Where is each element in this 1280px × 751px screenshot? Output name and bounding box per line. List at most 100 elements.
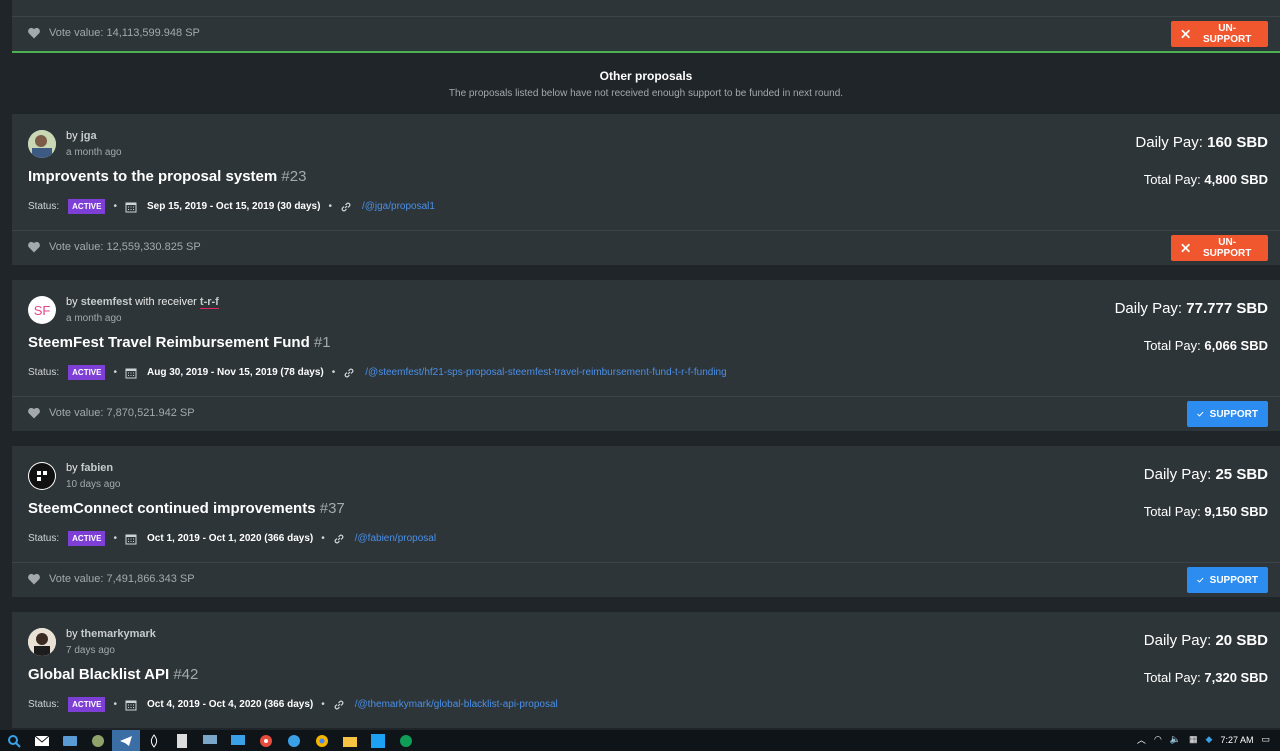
unsupport-button[interactable]: UN-SUPPORT bbox=[1171, 21, 1268, 47]
proposal-link[interactable]: /@steemfest/hf21-sps-proposal-steemfest-… bbox=[365, 367, 726, 378]
status-row: Status: ACTIVE • Sep 15, 2019 - Oct 15, … bbox=[28, 199, 435, 214]
link-icon bbox=[341, 202, 351, 211]
check-icon bbox=[1197, 411, 1204, 417]
proposal-card: by themarkymark 7 days ago Global Blackl… bbox=[12, 612, 1280, 728]
total-pay: Total Pay: 9,150 SBD bbox=[1143, 504, 1268, 519]
proposal-card: by fabien 10 days ago SteemConnect conti… bbox=[12, 446, 1280, 562]
vote-value: Vote value: 7,870,521.942 SP bbox=[49, 407, 195, 419]
previous-proposal-card bbox=[12, 0, 1280, 16]
avatar[interactable] bbox=[28, 462, 56, 490]
date-range: Oct 1, 2019 - Oct 1, 2020 (366 days) bbox=[147, 533, 314, 544]
author-link[interactable]: steemfest bbox=[81, 296, 132, 308]
proposal-title[interactable]: Global Blacklist API #42 bbox=[28, 666, 198, 683]
avatar[interactable] bbox=[28, 130, 56, 158]
heart-icon[interactable] bbox=[27, 27, 41, 39]
daily-pay: Daily Pay: 20 SBD bbox=[1143, 632, 1268, 649]
wifi-icon[interactable]: ◠ bbox=[1154, 734, 1162, 745]
chevron-up-icon[interactable]: ︿ bbox=[1137, 733, 1146, 746]
keyboard-language-icon[interactable]: ▦ bbox=[1189, 734, 1198, 745]
daily-pay: Daily Pay: 160 SBD bbox=[1135, 134, 1268, 151]
link-icon bbox=[334, 534, 344, 543]
total-pay: Total Pay: 6,066 SBD bbox=[1143, 338, 1268, 353]
proposal-card: by jga a month ago Improvents to the pro… bbox=[12, 114, 1280, 230]
link-icon bbox=[344, 368, 354, 377]
avatar[interactable]: SF bbox=[28, 296, 56, 324]
vote-bar: Vote value: 7,491,866.343 SP SUPPORT bbox=[12, 562, 1280, 597]
support-button[interactable]: SUPPORT bbox=[1187, 567, 1268, 593]
calendar-icon bbox=[125, 700, 137, 710]
author-link[interactable]: fabien bbox=[81, 462, 113, 474]
timestamp: a month ago bbox=[66, 147, 122, 158]
folder-icon[interactable] bbox=[342, 733, 358, 749]
status-badge: ACTIVE bbox=[68, 365, 106, 380]
calculator-icon[interactable] bbox=[174, 733, 190, 749]
taskbar: ︿ ◠ 🔈 ▦ ◆ 7:27 AM ▭ bbox=[0, 730, 1280, 751]
vote-value: Vote value: 7,491,866.343 SP bbox=[49, 573, 195, 585]
globe-icon[interactable] bbox=[286, 733, 302, 749]
volume-icon[interactable]: 🔈 bbox=[1170, 734, 1181, 745]
vote-value: Vote value: 12,559,330.825 SP bbox=[49, 241, 201, 253]
keyboard-icon[interactable] bbox=[62, 733, 78, 749]
other-proposals-header: Other proposals The proposals listed bel… bbox=[12, 52, 1280, 99]
byline: by fabien bbox=[66, 462, 114, 474]
notifications-icon[interactable]: ▭ bbox=[1261, 734, 1270, 745]
avatar[interactable] bbox=[28, 628, 56, 656]
proposal-link[interactable]: /@themarkymark/global-blacklist-api-prop… bbox=[355, 699, 558, 710]
app-icon[interactable] bbox=[90, 733, 106, 749]
heart-icon[interactable] bbox=[27, 573, 41, 585]
section-title: Other proposals bbox=[599, 69, 693, 83]
timestamp: 10 days ago bbox=[66, 479, 121, 490]
clock[interactable]: 7:27 AM bbox=[1220, 735, 1253, 745]
dropbox-icon[interactable]: ◆ bbox=[1206, 734, 1213, 745]
close-icon bbox=[1181, 29, 1190, 39]
network-share-icon[interactable] bbox=[202, 733, 218, 749]
author-link[interactable]: themarkymark bbox=[81, 628, 156, 640]
total-pay: Total Pay: 4,800 SBD bbox=[1143, 172, 1268, 187]
media-player-icon[interactable] bbox=[258, 733, 274, 749]
vote-bar: Vote value: 14,113,599.948 SP UN-SUPPORT bbox=[12, 16, 1280, 53]
status-row: Status: ACTIVE • Oct 1, 2019 - Oct 1, 20… bbox=[28, 531, 437, 546]
telegram-icon[interactable] bbox=[112, 730, 140, 751]
date-range: Aug 30, 2019 - Nov 15, 2019 (78 days) bbox=[147, 367, 324, 378]
twitter-icon[interactable] bbox=[370, 733, 386, 749]
date-range: Sep 15, 2019 - Oct 15, 2019 (30 days) bbox=[147, 201, 321, 212]
link-icon bbox=[334, 700, 344, 709]
vote-bar: Vote value: 12,559,330.825 SP UN-SUPPORT bbox=[12, 230, 1280, 265]
button-label: UN-SUPPORT bbox=[1202, 237, 1252, 259]
total-pay: Total Pay: 7,320 SBD bbox=[1143, 670, 1268, 685]
vote-value: Vote value: 14,113,599.948 SP bbox=[49, 27, 200, 39]
flame-icon[interactable] bbox=[146, 733, 162, 749]
calendar-icon bbox=[125, 202, 137, 212]
heart-icon[interactable] bbox=[27, 241, 41, 253]
byline: by steemfest with receiver t-r-f bbox=[66, 296, 219, 309]
heart-icon[interactable] bbox=[27, 407, 41, 419]
proposal-card: SF by steemfest with receiver t-r-f a mo… bbox=[12, 280, 1280, 396]
proposal-title[interactable]: SteemFest Travel Reimbursement Fund #1 bbox=[28, 334, 331, 351]
daily-pay: Daily Pay: 25 SBD bbox=[1143, 466, 1268, 483]
unsupport-button[interactable]: UN-SUPPORT bbox=[1171, 235, 1268, 261]
author-link[interactable]: jga bbox=[81, 130, 97, 142]
byline: by jga bbox=[66, 130, 97, 142]
button-label: SUPPORT bbox=[1209, 574, 1258, 586]
steemconnect-logo-icon bbox=[29, 463, 55, 489]
remote-desktop-icon[interactable] bbox=[230, 733, 246, 749]
proposal-title[interactable]: Improvents to the proposal system #23 bbox=[28, 168, 306, 185]
start-search-icon[interactable] bbox=[6, 733, 22, 749]
vote-bar: Vote value: 7,870,521.942 SP SUPPORT bbox=[12, 396, 1280, 431]
calendar-icon bbox=[125, 534, 137, 544]
calendar-icon bbox=[125, 368, 137, 378]
section-subtitle: The proposals listed below have not rece… bbox=[448, 88, 844, 99]
receiver-link[interactable]: t-r-f bbox=[199, 296, 219, 309]
status-row: Status: ACTIVE • Aug 30, 2019 - Nov 15, … bbox=[28, 365, 727, 380]
hangouts-icon[interactable] bbox=[398, 733, 414, 749]
proposal-link[interactable]: /@jga/proposal1 bbox=[362, 201, 435, 212]
timestamp: 7 days ago bbox=[66, 645, 115, 656]
status-badge: ACTIVE bbox=[68, 199, 106, 214]
support-button[interactable]: SUPPORT bbox=[1187, 401, 1268, 427]
status-row: Status: ACTIVE • Oct 4, 2019 - Oct 4, 20… bbox=[28, 697, 558, 712]
proposal-title[interactable]: SteemConnect continued improvements #37 bbox=[28, 500, 345, 517]
chrome-icon[interactable] bbox=[314, 733, 330, 749]
mail-icon[interactable] bbox=[34, 733, 50, 749]
date-range: Oct 4, 2019 - Oct 4, 2020 (366 days) bbox=[147, 699, 314, 710]
proposal-link[interactable]: /@fabien/proposal bbox=[355, 533, 436, 544]
